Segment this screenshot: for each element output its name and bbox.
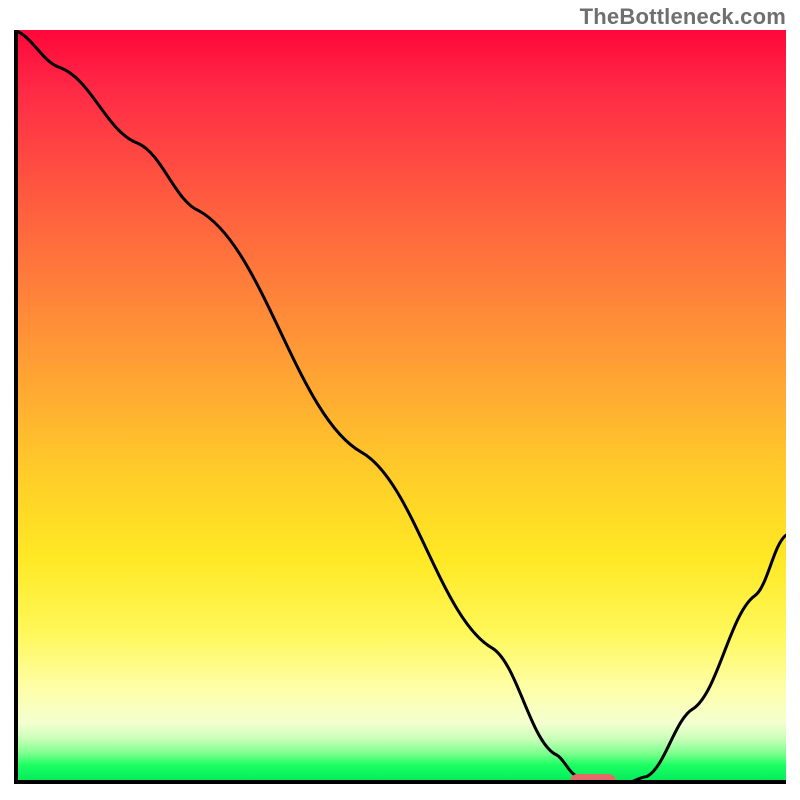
chart-axes (14, 30, 786, 784)
plot-area (14, 30, 786, 784)
chart-container: TheBottleneck.com (0, 0, 800, 800)
watermark-label: TheBottleneck.com (580, 4, 786, 30)
